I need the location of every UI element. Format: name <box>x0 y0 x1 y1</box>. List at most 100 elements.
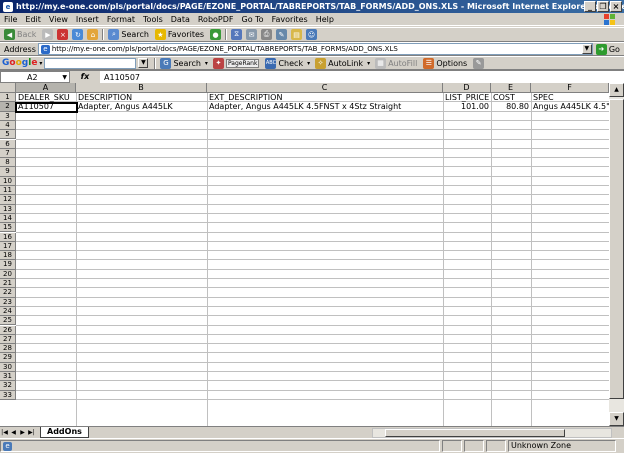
menu-view[interactable]: View <box>49 15 68 24</box>
last-sheet-icon[interactable]: ▶| <box>27 428 36 438</box>
row-header-3[interactable]: 3 <box>0 111 16 121</box>
highlighter-icon[interactable]: ✎ <box>473 57 485 69</box>
row-header-27[interactable]: 27 <box>0 334 16 345</box>
column-header-f[interactable]: F <box>531 83 609 93</box>
row-header-28[interactable]: 28 <box>0 344 16 354</box>
column-header-a[interactable]: A <box>16 83 76 93</box>
check-menu-icon[interactable]: ▾ <box>307 60 310 67</box>
cell-a1[interactable]: DEALER_SKU <box>17 94 76 102</box>
menu-file[interactable]: File <box>4 15 17 24</box>
spreadsheet-grid[interactable]: A B C D E F 1 2 3 4 5 6 7 8 9 10 11 12 13 14 15 16 17 18 1… <box>0 83 609 426</box>
autofill-button[interactable]: AutoFill <box>388 59 417 68</box>
cell-f1[interactable]: SPEC <box>532 94 609 102</box>
autolink-menu-icon[interactable]: ▾ <box>367 60 370 67</box>
row-header-9[interactable]: 9 <box>0 167 16 177</box>
google-search-icon[interactable]: G <box>160 57 172 69</box>
row-header-21[interactable]: 21 <box>0 279 16 289</box>
autolink-button[interactable]: AutoLink <box>328 59 363 68</box>
row-header-24[interactable]: 24 <box>0 306 16 317</box>
menu-goto[interactable]: Go To <box>242 15 264 24</box>
cell-e1[interactable]: COST <box>492 94 531 102</box>
prev-sheet-icon[interactable]: ◀ <box>9 428 18 438</box>
row-header-7[interactable]: 7 <box>0 148 16 159</box>
search-button[interactable]: Search <box>121 30 148 39</box>
cell-b2[interactable]: Adapter, Angus A445LK <box>77 103 207 111</box>
google-logo[interactable]: Google <box>2 58 37 68</box>
menu-insert[interactable]: Insert <box>76 15 99 24</box>
row-header-13[interactable]: 13 <box>0 204 16 214</box>
column-header-b[interactable]: B <box>76 83 207 93</box>
row-header-29[interactable]: 29 <box>0 353 16 363</box>
mail-icon[interactable]: ✉ <box>246 29 258 40</box>
google-search-input[interactable] <box>44 57 137 69</box>
scroll-thumb[interactable] <box>609 99 624 399</box>
refresh-icon[interactable]: ↻ <box>72 29 84 40</box>
first-sheet-icon[interactable]: |◀ <box>0 428 9 438</box>
column-header-c[interactable]: C <box>207 83 443 93</box>
horizontal-scrollbar[interactable] <box>372 428 612 438</box>
cell-c2[interactable]: Adapter, Angus A445LK 4.5FNST x 4Stz Str… <box>208 103 443 111</box>
edit-icon[interactable]: ✎ <box>276 29 288 40</box>
row-header-19[interactable]: 19 <box>0 260 16 270</box>
back-button[interactable]: Back <box>17 30 36 39</box>
column-header-e[interactable]: E <box>491 83 531 93</box>
close-button[interactable]: × <box>610 1 622 12</box>
row-header-26[interactable]: 26 <box>0 325 16 335</box>
row-header-23[interactable]: 23 <box>0 297 16 307</box>
row-header-2[interactable]: 2 <box>0 102 16 112</box>
media-icon[interactable]: ● <box>210 29 222 40</box>
row-header-30[interactable]: 30 <box>0 362 16 372</box>
spellcheck-icon[interactable]: ABC <box>265 57 277 69</box>
menu-favorites[interactable]: Favorites <box>272 15 308 24</box>
maximize-button[interactable]: ❐ <box>597 1 609 12</box>
row-header-22[interactable]: 22 <box>0 288 16 298</box>
folder-icon[interactable]: ▤ <box>291 29 303 40</box>
cell-b1[interactable]: DESCRIPTION <box>77 94 207 102</box>
messenger-icon[interactable]: ☺ <box>306 29 318 40</box>
menu-tools[interactable]: Tools <box>143 15 163 24</box>
horizontal-scroll-thumb[interactable] <box>385 429 565 437</box>
stop-icon[interactable]: × <box>57 29 69 40</box>
row-header-18[interactable]: 18 <box>0 251 16 261</box>
row-header-20[interactable]: 20 <box>0 269 16 279</box>
name-box-dropdown-icon[interactable]: ▼ <box>62 74 67 81</box>
cell-d1[interactable]: LIST_PRICE <box>444 94 491 102</box>
google-menu-icon[interactable]: ▾ <box>39 60 42 67</box>
forward-icon[interactable]: ▶ <box>42 29 54 40</box>
menu-data[interactable]: Data <box>171 15 190 24</box>
row-header-14[interactable]: 14 <box>0 213 16 224</box>
menu-robopdf[interactable]: RoboPDF <box>198 15 234 24</box>
news-icon[interactable]: ✦ <box>212 57 224 69</box>
pagerank-indicator[interactable]: PageRank <box>225 58 260 68</box>
minimize-button[interactable]: _ <box>584 1 596 12</box>
print-icon[interactable]: ⎙ <box>261 29 273 40</box>
next-sheet-icon[interactable]: ▶ <box>18 428 27 438</box>
back-icon[interactable]: ◀ <box>4 29 15 40</box>
menu-format[interactable]: Format <box>107 15 135 24</box>
check-button[interactable]: Check <box>278 59 303 68</box>
menu-help[interactable]: Help <box>316 15 334 24</box>
home-icon[interactable]: ⌂ <box>87 29 99 40</box>
address-input[interactable]: e http://my.e-one.com/pls/portal/docs/PA… <box>37 43 593 55</box>
row-header-1[interactable]: 1 <box>0 93 16 103</box>
row-header-32[interactable]: 32 <box>0 381 16 391</box>
options-icon[interactable]: ☰ <box>423 57 435 69</box>
favorites-button[interactable]: Favorites <box>168 30 204 39</box>
row-header-15[interactable]: 15 <box>0 223 16 233</box>
google-search-button[interactable]: Search <box>173 59 200 68</box>
menu-edit[interactable]: Edit <box>25 15 41 24</box>
column-header-d[interactable]: D <box>443 83 491 93</box>
row-header-6[interactable]: 6 <box>0 139 16 149</box>
options-button[interactable]: Options <box>436 59 467 68</box>
history-icon[interactable]: ⧖ <box>231 29 243 40</box>
google-search-dropdown-icon[interactable]: ▼ <box>138 58 149 68</box>
autolink-icon[interactable]: ✧ <box>315 57 327 69</box>
cell-d2[interactable]: 101.00 <box>444 103 491 111</box>
google-search-menu-icon[interactable]: ▾ <box>205 60 208 67</box>
cell-f2[interactable]: Angus A445LK 4.5" FN <box>532 103 609 111</box>
sheet-tab-addons[interactable]: AddOns <box>40 427 89 438</box>
row-header-4[interactable]: 4 <box>0 120 16 131</box>
row-header-12[interactable]: 12 <box>0 195 16 205</box>
function-icon[interactable]: fx <box>70 71 100 83</box>
row-header-8[interactable]: 8 <box>0 158 16 168</box>
